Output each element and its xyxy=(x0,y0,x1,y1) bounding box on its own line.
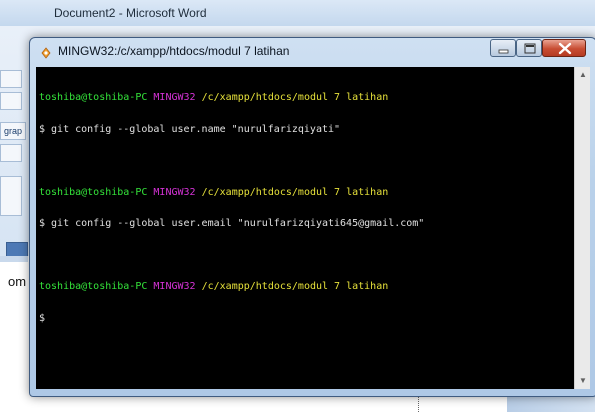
maximize-icon xyxy=(524,43,536,54)
prompt-line: toshiba@toshiba-PC MINGW32 /c/xampp/htdo… xyxy=(39,281,574,293)
word-page-text: om xyxy=(8,274,27,289)
prompt-line: toshiba@toshiba-PC MINGW32 /c/xampp/htdo… xyxy=(39,186,574,199)
terminal-scrollbar[interactable]: ▲ ▼ xyxy=(574,67,590,389)
close-button[interactable] xyxy=(542,39,586,57)
prompt-path: /c/xampp/htdocs/modul 7 latihan xyxy=(201,186,389,198)
mingw-git-icon xyxy=(40,46,52,59)
terminal-window-title: MINGW32:/c/xampp/htdocs/modul 7 latihan xyxy=(58,44,290,58)
ribbon-group-label: grap xyxy=(0,122,26,140)
close-icon xyxy=(558,42,572,55)
prompt-path: /c/xampp/htdocs/modul 7 latihan xyxy=(201,281,389,292)
mingw-terminal-window[interactable]: MINGW32:/c/xampp/htdocs/modul 7 latihan … xyxy=(29,37,595,397)
scroll-up-button[interactable]: ▲ xyxy=(575,67,591,83)
prompt-line: toshiba@toshiba-PC MINGW32 /c/xampp/htdo… xyxy=(39,92,574,104)
word-title-bar[interactable]: Document2 - Microsoft Word xyxy=(0,0,595,27)
minimize-icon xyxy=(498,49,509,54)
command-line: $ git config --global user.name "nurulfa… xyxy=(39,123,341,135)
ribbon-button[interactable] xyxy=(0,70,22,88)
prompt-system: MINGW32 xyxy=(153,92,196,103)
command-line: $ xyxy=(39,312,46,324)
prompt-user: toshiba@toshiba-PC xyxy=(39,92,148,103)
word-margin-guide xyxy=(418,395,420,412)
ribbon-button[interactable] xyxy=(0,92,22,110)
prompt-user: toshiba@toshiba-PC xyxy=(39,186,148,198)
scroll-down-button[interactable]: ▼ xyxy=(575,373,591,389)
maximize-button[interactable] xyxy=(516,39,542,57)
word-window-title: Document2 - Microsoft Word xyxy=(54,6,207,20)
command-line: $ git config --global user.email "nurulf… xyxy=(39,218,425,229)
prompt-system: MINGW32 xyxy=(153,186,196,198)
ribbon-gallery[interactable] xyxy=(0,176,22,216)
prompt-path: /c/xampp/htdocs/modul 7 latihan xyxy=(201,92,389,103)
prompt-system: MINGW32 xyxy=(153,281,196,292)
minimize-button[interactable] xyxy=(490,39,516,57)
ruler-marker xyxy=(0,144,22,162)
terminal-output[interactable]: toshiba@toshiba-PC MINGW32 /c/xampp/htdo… xyxy=(36,67,574,389)
prompt-user: toshiba@toshiba-PC xyxy=(39,281,148,292)
